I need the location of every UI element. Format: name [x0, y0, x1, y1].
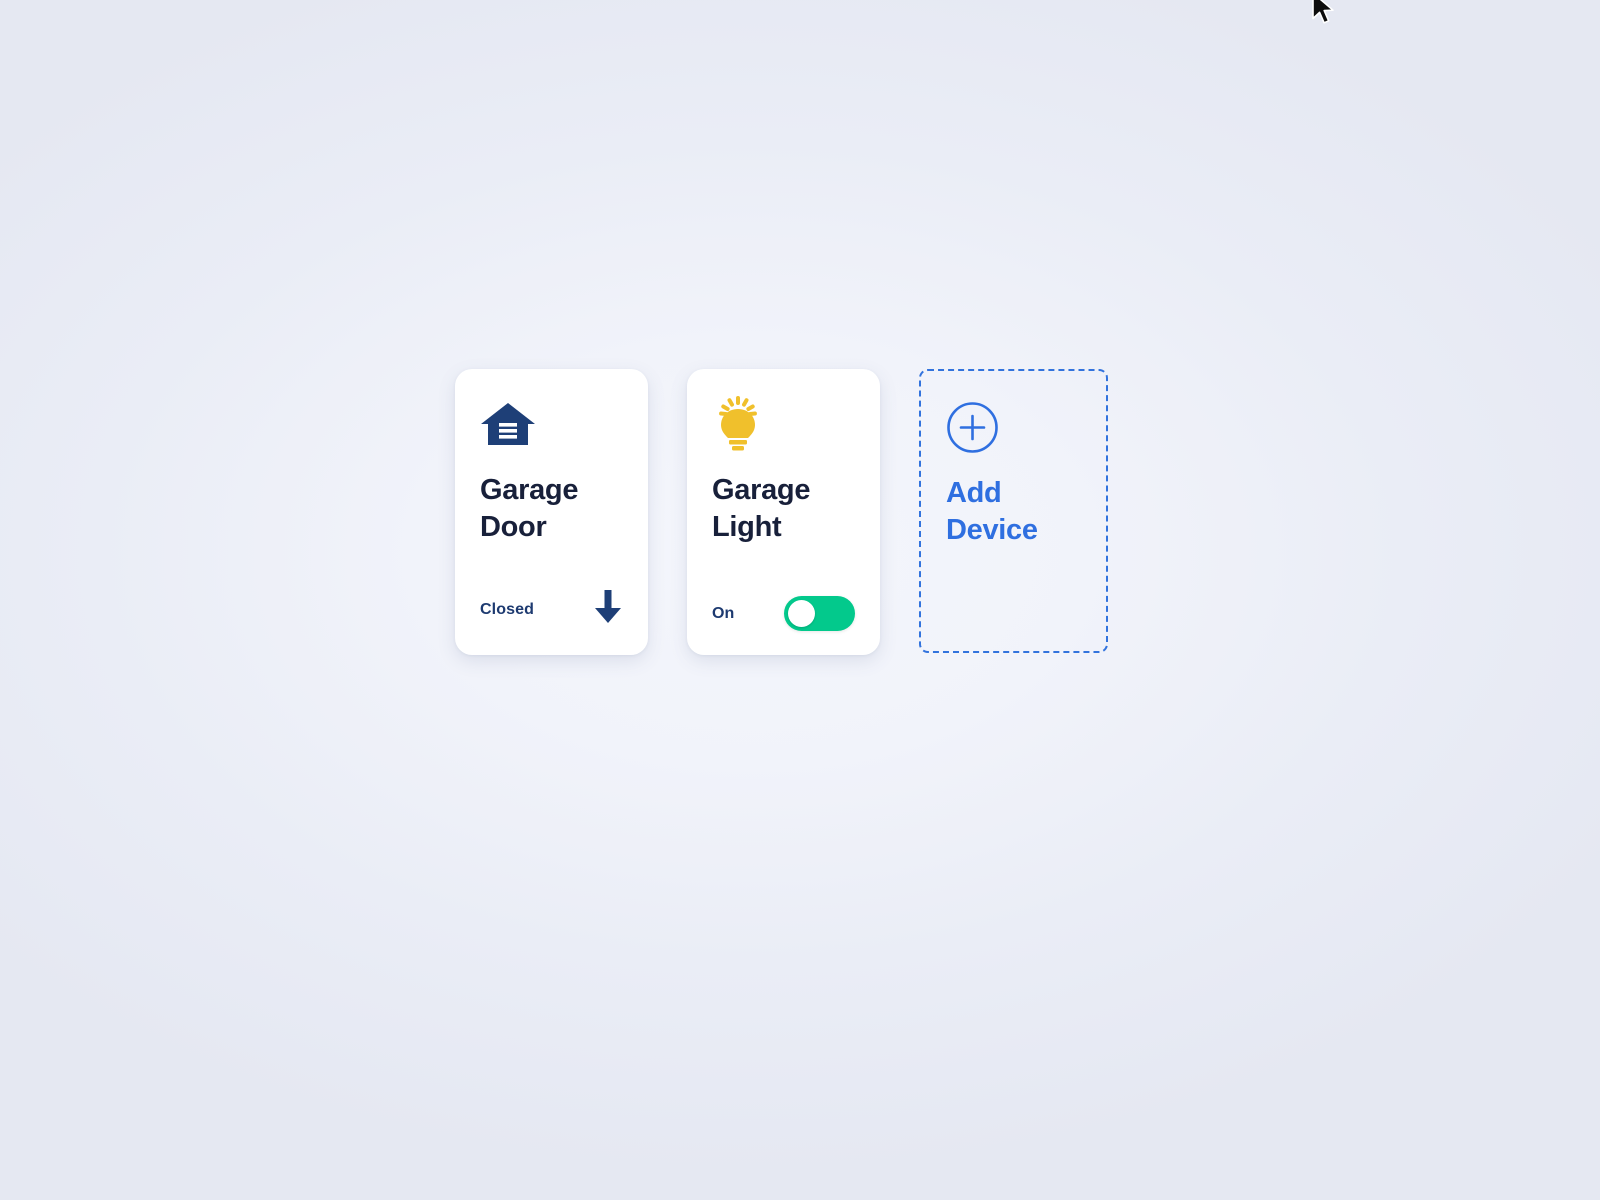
garage-door-icon — [480, 396, 623, 452]
status-badge: On — [712, 604, 735, 622]
device-card-footer: Closed — [480, 588, 623, 631]
light-bulb-icon — [712, 396, 855, 452]
mouse-pointer-arrow — [1311, 0, 1337, 29]
add-device-label: Add Device — [946, 477, 1038, 546]
light-toggle-switch[interactable] — [784, 596, 855, 631]
device-card-row: Garage Door Closed Garage Light On Add D… — [455, 369, 1108, 655]
device-card-garage-light[interactable]: Garage Light On — [687, 369, 880, 655]
down-arrow-icon[interactable] — [593, 588, 623, 631]
device-title: Garage Light — [712, 474, 811, 543]
device-title: Garage Door — [480, 474, 579, 543]
add-device-card[interactable]: Add Device — [919, 369, 1108, 653]
status-badge: Closed — [480, 600, 534, 618]
device-card-garage-door[interactable]: Garage Door Closed — [455, 369, 648, 655]
plus-circle-icon — [946, 401, 999, 454]
toggle-knob — [788, 600, 815, 627]
app-canvas: Garage Door Closed Garage Light On Add D… — [0, 0, 1600, 1200]
device-card-footer: On — [712, 596, 855, 631]
